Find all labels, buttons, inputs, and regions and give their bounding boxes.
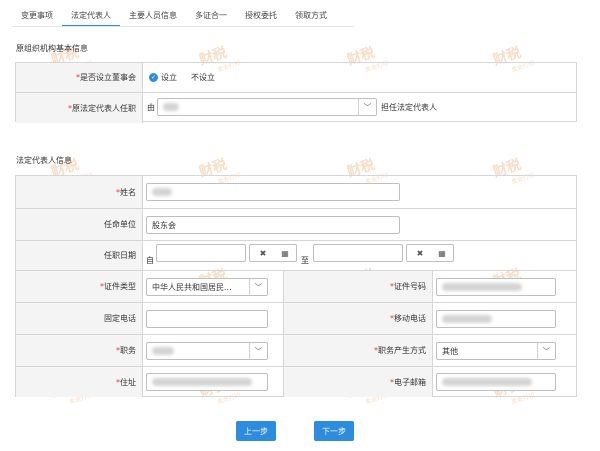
id-number-input[interactable] [436, 278, 556, 296]
name-input[interactable] [146, 183, 400, 201]
address-row: *住址 *电子邮箱 [16, 366, 576, 397]
tab-underline [12, 26, 354, 27]
address-label: *住址 [16, 367, 143, 397]
rep-prefix: 由 [147, 103, 155, 112]
id-no-label: *证件号码 [284, 271, 433, 302]
tab-authorization[interactable]: 授权委托 [236, 7, 286, 27]
chevron-down-icon[interactable]: ﹀ [249, 343, 267, 359]
chevron-down-icon[interactable]: ﹀ [358, 99, 376, 115]
tab-key-personnel[interactable]: 主要人员信息 [120, 7, 186, 27]
position-label: *职务 [16, 335, 143, 366]
landline-label: 固定电话 [16, 303, 143, 334]
position-source-cell: 其他 ﹀ [433, 335, 576, 366]
position-source-select[interactable]: 其他 ﹀ [436, 342, 556, 360]
unit-cell: 股东会 [143, 209, 576, 240]
board-option-no[interactable]: 不设立 [191, 72, 215, 83]
mobile-input[interactable] [436, 310, 556, 328]
tab-legal-rep[interactable]: 法定代表人 [62, 7, 120, 27]
position-row: *职务 ﹀ *职务产生方式 其他 ﹀ [16, 334, 576, 366]
tab-bar: 变更事项 法定代表人 主要人员信息 多证合一 授权委托 领取方式 [12, 6, 336, 28]
position-source-value: 其他 [442, 346, 458, 356]
board-label: *是否设立董事会 [16, 63, 143, 92]
clear-icon[interactable]: ✖ [254, 245, 272, 261]
term-cell: 自 ✖ ▦ 至 ✖ ▦ [143, 241, 576, 270]
tab-multi-cert[interactable]: 多证合一 [186, 7, 236, 27]
term-row: 任职日期 自 ✖ ▦ 至 ✖ ▦ [16, 240, 576, 270]
landline-cell [143, 303, 284, 334]
rep-suffix: 担任法定代表人 [381, 103, 437, 112]
position-source-label: *职务产生方式 [284, 335, 433, 366]
blurred-value [152, 347, 174, 355]
tab-pickup[interactable]: 领取方式 [286, 7, 336, 27]
original-form: *是否设立董事会 ✓ 设立 不设立 *原法定代表人任职 由 ﹀ 担任法定代表人 [15, 62, 577, 123]
rep-row: *原法定代表人任职 由 ﹀ 担任法定代表人 [16, 92, 576, 123]
unit-value: 股东会 [152, 220, 176, 230]
next-step-button[interactable]: 下一步 [314, 421, 354, 441]
position-select[interactable]: ﹀ [146, 342, 268, 360]
blurred-value [163, 103, 179, 111]
id-row: *证件类型 中华人民共和国居民... ﹀ *证件号码 [16, 270, 576, 302]
board-options: ✓ 设立 不设立 [143, 63, 576, 92]
term-end-input[interactable] [313, 244, 403, 262]
rep-cell: 由 ﹀ 担任法定代表人 [143, 93, 576, 123]
mobile-label: *移动电话 [284, 303, 433, 334]
term-start-controls: ✖ ▦ [249, 244, 297, 262]
calendar-icon[interactable]: ▦ [276, 245, 294, 261]
prev-step-button[interactable]: 上一步 [236, 421, 276, 441]
blurred-value [152, 378, 252, 386]
id-no-cell [433, 271, 576, 302]
board-option-yes[interactable]: 设立 [161, 72, 177, 83]
id-type-label: *证件类型 [16, 271, 143, 302]
chevron-down-icon[interactable]: ﹀ [537, 343, 555, 359]
section-title-original: 原组织机构基本信息 [16, 44, 88, 53]
email-input[interactable] [436, 373, 556, 391]
section-title-rep: 法定代表人信息 [16, 156, 72, 165]
tab-change-items[interactable]: 变更事项 [12, 7, 62, 27]
address-cell [143, 367, 284, 397]
blurred-value [442, 378, 532, 386]
term-start-input[interactable] [156, 244, 246, 262]
rep-form: *姓名 任命单位 股东会 任职日期 自 ✖ ▦ 至 ✖ ▦ *证件类型 中华人民… [15, 175, 577, 397]
calendar-icon[interactable]: ▦ [433, 245, 451, 261]
rep-label: *原法定代表人任职 [16, 93, 143, 123]
term-end-controls: ✖ ▦ [406, 244, 454, 262]
email-cell [433, 367, 576, 397]
blurred-value [442, 283, 522, 291]
name-label: *姓名 [16, 176, 143, 208]
position-cell: ﹀ [143, 335, 284, 366]
chevron-down-icon[interactable]: ﹀ [249, 279, 267, 295]
id-type-cell: 中华人民共和国居民... ﹀ [143, 271, 284, 302]
original-rep-select[interactable]: ﹀ [157, 98, 377, 116]
landline-input[interactable] [146, 310, 268, 328]
board-row: *是否设立董事会 ✓ 设立 不设立 [16, 63, 576, 92]
term-to-label: 至 [301, 256, 309, 265]
name-cell [143, 176, 576, 208]
email-label: *电子邮箱 [284, 367, 433, 397]
unit-label: 任命单位 [16, 209, 143, 240]
radio-checked-icon[interactable]: ✓ [149, 73, 158, 82]
address-input[interactable] [146, 373, 268, 391]
unit-input[interactable]: 股东会 [146, 216, 400, 234]
id-type-value: 中华人民共和国居民... [152, 282, 232, 292]
unit-row: 任命单位 股东会 [16, 208, 576, 240]
id-type-select[interactable]: 中华人民共和国居民... ﹀ [146, 278, 268, 296]
mobile-cell [433, 303, 576, 334]
name-row: *姓名 [16, 176, 576, 208]
term-label: 任职日期 [16, 241, 143, 270]
blurred-value [152, 188, 172, 196]
term-from-label: 自 [146, 256, 154, 265]
clear-icon[interactable]: ✖ [411, 245, 429, 261]
phone-row: 固定电话 *移动电话 [16, 302, 576, 334]
blurred-value [442, 315, 492, 323]
